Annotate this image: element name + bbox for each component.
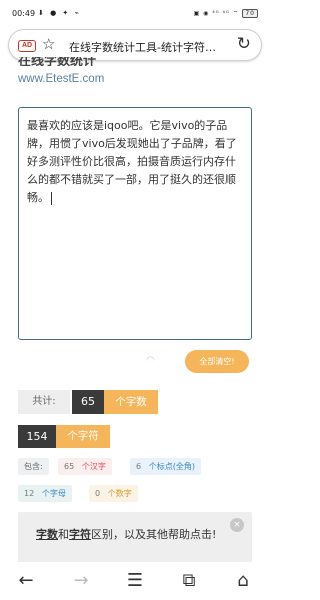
- bottom-nav: ← → ☰ ⧉ ⌂: [0, 562, 270, 600]
- clear-all-button[interactable]: 全部清空!: [185, 350, 249, 373]
- total-label: 共计:: [18, 390, 70, 414]
- site-url[interactable]: www.EtestE.com: [18, 73, 104, 85]
- punct-count: 6: [136, 462, 142, 471]
- text-input-area[interactable]: 最喜欢的应该是iqoo吧。它是vivo的子品牌，用惯了vivo后发现她出了子品牌…: [18, 107, 252, 340]
- status-bar: 00:49 ⬇ ● ✦ ⌁ ▣ ◉ ⁴ᴳ ⁴ᴳ ⌔ 70: [0, 0, 270, 26]
- letter-chip: 12 个字母: [18, 485, 72, 502]
- reload-icon[interactable]: ↻: [237, 34, 251, 54]
- letter-count: 12: [24, 489, 35, 498]
- digit-chip: 0 个数字: [89, 485, 138, 502]
- digit-count: 0: [95, 489, 101, 498]
- letter-label: 个字母: [41, 489, 66, 498]
- hanzi-count: 65: [64, 462, 75, 471]
- star-icon[interactable]: ☆: [42, 35, 55, 53]
- battery-icon: 70: [242, 9, 258, 18]
- ad-badge-icon[interactable]: AD: [18, 40, 36, 52]
- word-count-value: 65: [72, 390, 104, 414]
- page-title[interactable]: 在线字数统计工具-统计字符…: [69, 39, 229, 55]
- menu-icon[interactable]: ☰: [123, 570, 147, 591]
- word-count-unit: 个字数: [104, 390, 158, 414]
- notification-icons: ⬇ ● ✦ ⌁: [38, 9, 81, 17]
- editor-text: 最喜欢的应该是iqoo吧。它是vivo的子品牌，用惯了vivo后发现她出了子品牌…: [27, 119, 237, 204]
- info-char-link[interactable]: 字符: [69, 528, 91, 541]
- tabs-icon[interactable]: ⧉: [177, 570, 201, 591]
- info-connector: 和: [58, 528, 69, 541]
- info-rest: 区别，以及其他帮助点击!: [91, 528, 217, 541]
- forward-icon[interactable]: →: [69, 570, 93, 591]
- contains-label: 包含:: [18, 458, 49, 475]
- char-count-value: 154: [18, 425, 56, 448]
- info-word-link[interactable]: 字数: [36, 528, 58, 541]
- system-icons: ▣ ◉ ⁴ᴳ ⁴ᴳ ⌔ 70: [194, 9, 258, 18]
- punct-chip: 6 个标点(全角): [130, 458, 201, 475]
- status-time: 00:49: [12, 9, 36, 18]
- close-icon[interactable]: ×: [230, 518, 244, 532]
- site-name: 在线字数统计: [18, 57, 97, 66]
- home-icon[interactable]: ⌂: [231, 570, 255, 591]
- loading-spinner-icon: ◠: [146, 355, 155, 366]
- digit-label: 个数字: [107, 489, 132, 498]
- hanzi-chip: 65 个汉字: [58, 458, 112, 475]
- back-icon[interactable]: ←: [14, 570, 38, 591]
- text-caret: [51, 191, 52, 205]
- help-info-text[interactable]: 字数和字符区别，以及其他帮助点击!: [36, 525, 236, 545]
- char-count-unit: 个字符: [56, 425, 110, 448]
- signal-icons: ▣ ◉ ⁴ᴳ ⁴ᴳ ⌔: [193, 10, 240, 17]
- hanzi-label: 个汉字: [81, 462, 106, 471]
- punct-label: 个标点(全角): [148, 462, 195, 471]
